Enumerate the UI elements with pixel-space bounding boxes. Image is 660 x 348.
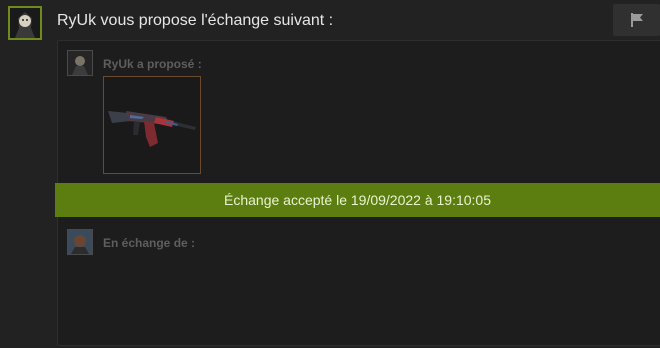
rifle-icon [108, 111, 196, 147]
exchange-label: En échange de : [103, 236, 196, 250]
trade-status-banner: Échange accepté le 19/09/2022 à 19:10:05 [55, 183, 660, 217]
trade-status-text: Échange accepté le 19/09/2022 à 19:10:05 [224, 192, 491, 208]
recipient-avatar[interactable] [67, 229, 93, 255]
offer-label: RyUk a proposé : [103, 57, 202, 71]
trade-offer-title: RyUk vous propose l'échange suivant : [57, 12, 334, 29]
report-button[interactable] [613, 4, 660, 36]
offered-item[interactable] [103, 76, 201, 174]
user-avatar[interactable] [8, 6, 42, 40]
flag-icon [630, 13, 643, 27]
sender-avatar[interactable] [67, 50, 93, 76]
